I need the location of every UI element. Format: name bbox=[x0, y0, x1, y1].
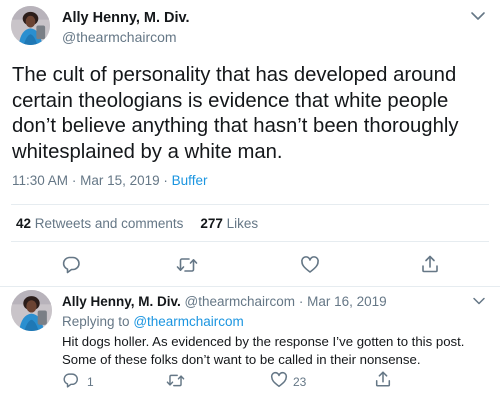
replying-to-label: Replying to bbox=[62, 314, 130, 329]
tweet-meta: 11:30 AM · Mar 15, 2019 · Buffer bbox=[12, 173, 207, 188]
replying-to: Replying to @thearmchaircom bbox=[62, 314, 244, 329]
tweet-stats: 42 Retweets and comments 277 Likes bbox=[16, 216, 258, 231]
tweet-source[interactable]: Buffer bbox=[172, 173, 208, 188]
avatar-image bbox=[11, 6, 50, 45]
caret-down-icon[interactable] bbox=[472, 296, 486, 306]
reply-share-button[interactable] bbox=[374, 370, 392, 388]
tweet-thread: Ally Henny, M. Div. @thearmchaircom The … bbox=[0, 0, 500, 400]
likes-stat[interactable]: 277 Likes bbox=[200, 216, 258, 231]
like-count: 23 bbox=[293, 375, 307, 389]
reply-author-name[interactable]: Ally Henny, M. Div. bbox=[62, 294, 181, 309]
tweet-time[interactable]: 11:30 AM bbox=[12, 173, 68, 188]
reply-author-handle[interactable]: @thearmchaircom bbox=[185, 294, 296, 309]
reply-like-button[interactable] bbox=[270, 371, 288, 389]
reply-icon bbox=[63, 373, 78, 388]
reply-icon bbox=[62, 256, 80, 274]
avatar-image bbox=[11, 290, 52, 331]
retweets-label: Retweets and comments bbox=[34, 216, 184, 231]
share-icon bbox=[422, 255, 438, 273]
reply-header: Ally Henny, M. Div. @thearmchaircom · Ma… bbox=[62, 294, 387, 309]
main-tweet: Ally Henny, M. Div. @thearmchaircom The … bbox=[0, 0, 500, 287]
author-name[interactable]: Ally Henny, M. Div. bbox=[62, 10, 190, 26]
retweets-count: 42 bbox=[16, 216, 32, 231]
reply-reply-button[interactable] bbox=[62, 372, 79, 389]
avatar[interactable] bbox=[11, 6, 50, 45]
meta-separator: · bbox=[163, 173, 168, 188]
caret-down-icon[interactable] bbox=[470, 10, 486, 22]
tweet-text: The cult of personality that has develop… bbox=[12, 64, 459, 163]
replying-to-mention[interactable]: @thearmchaircom bbox=[133, 314, 244, 329]
reply-retweet-button[interactable] bbox=[166, 372, 185, 389]
avatar[interactable] bbox=[11, 290, 52, 331]
likes-label: Likes bbox=[226, 216, 259, 231]
thread-separator bbox=[0, 286, 500, 287]
retweet-button[interactable] bbox=[176, 255, 198, 275]
retweets-stat[interactable]: 42 Retweets and comments bbox=[16, 216, 183, 231]
meta-separator: · bbox=[71, 173, 77, 188]
meta-separator: · bbox=[298, 294, 304, 309]
like-icon bbox=[270, 371, 288, 388]
divider bbox=[11, 204, 489, 205]
reply-date[interactable]: Mar 16, 2019 bbox=[307, 294, 387, 309]
retweet-icon bbox=[166, 374, 185, 387]
divider bbox=[11, 241, 489, 242]
share-button[interactable] bbox=[420, 254, 440, 274]
reply-count: 1 bbox=[87, 375, 94, 389]
likes-count: 277 bbox=[200, 216, 223, 231]
like-icon bbox=[301, 256, 319, 273]
reply-text: Hit dogs holler. As evidenced by the res… bbox=[62, 334, 465, 367]
retweet-icon bbox=[176, 258, 198, 272]
share-icon bbox=[375, 371, 391, 387]
author-handle[interactable]: @thearmchaircom bbox=[62, 29, 177, 45]
tweet-date[interactable]: Mar 15, 2019 bbox=[80, 173, 160, 188]
like-button[interactable] bbox=[300, 255, 320, 275]
reply-button[interactable] bbox=[61, 255, 81, 275]
